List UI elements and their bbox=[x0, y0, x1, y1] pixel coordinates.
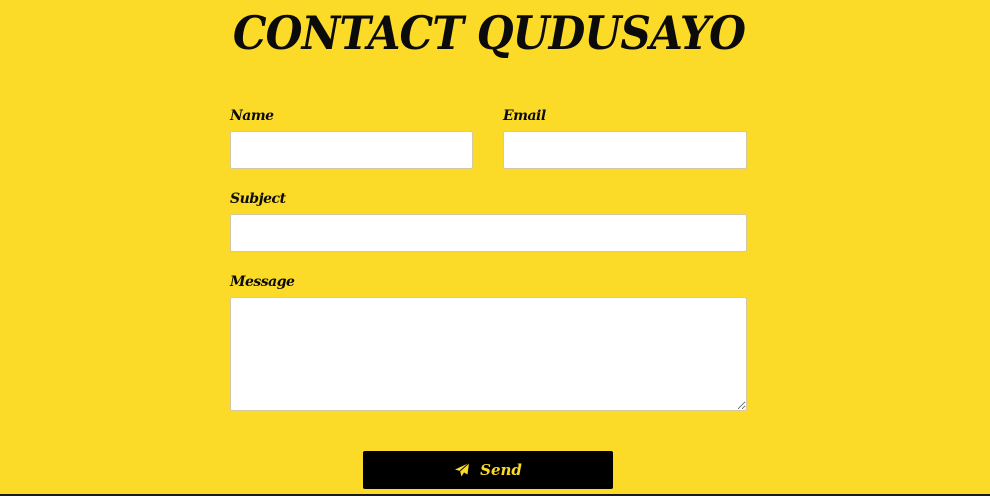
email-label: Email bbox=[503, 108, 546, 124]
message-textarea[interactable] bbox=[230, 297, 747, 411]
name-input[interactable] bbox=[230, 131, 473, 169]
page-title: CONTACT QUDUSAYO bbox=[232, 6, 746, 60]
message-label: Message bbox=[230, 274, 295, 290]
send-button[interactable]: Send bbox=[363, 451, 613, 489]
subject-input[interactable] bbox=[230, 214, 747, 252]
subject-label: Subject bbox=[230, 191, 286, 207]
email-input[interactable] bbox=[503, 131, 747, 169]
send-button-label: Send bbox=[480, 461, 522, 479]
paper-plane-icon bbox=[454, 462, 470, 478]
name-label: Name bbox=[230, 108, 274, 124]
